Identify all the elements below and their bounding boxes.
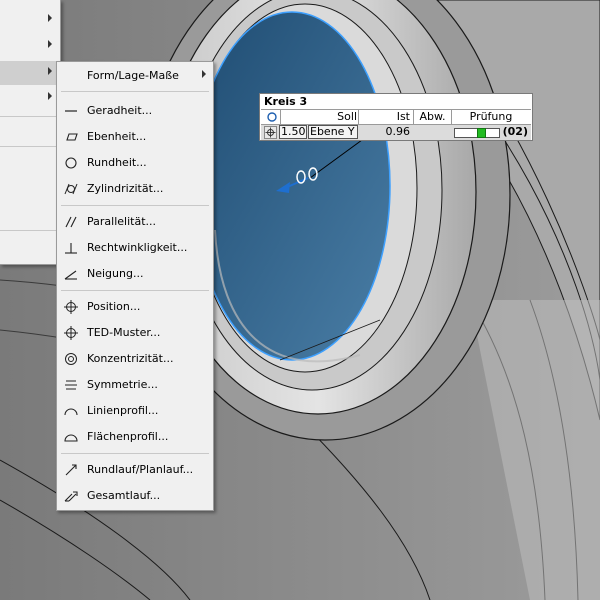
context-menu-item-6[interactable] [0, 150, 60, 174]
menu-item-label: TED-Muster... [87, 326, 161, 339]
column-header-abw: Abw. [419, 110, 446, 123]
menu-item-rundheit[interactable]: Rundheit... [57, 151, 213, 175]
total-runout-icon [64, 491, 78, 502]
submenu-header-form-lage[interactable]: Form/Lage-Maße [57, 62, 213, 86]
menu-item-label: Symmetrie... [87, 378, 158, 391]
menu-separator [0, 146, 60, 147]
submenu-arrow-icon [48, 92, 52, 100]
pruefung-count: (02) [502, 125, 528, 138]
datum-reference[interactable]: Ebene Y [308, 125, 358, 139]
ist-value: 0.96 [385, 125, 411, 138]
angularity-icon [64, 270, 77, 280]
context-menu-item-2[interactable] [0, 34, 60, 58]
menu-separator [0, 230, 60, 231]
menu-item-linienprofil[interactable]: Linienprofil... [57, 399, 213, 423]
menu-separator [61, 91, 209, 92]
menu-item-label: Ebenheit... [87, 130, 147, 143]
menu-item-label: Position... [87, 300, 141, 313]
context-menu-item-7[interactable] [0, 176, 60, 200]
circularity-icon [65, 157, 77, 169]
menu-item-zylindrizitaet[interactable]: Zylindrizität... [57, 177, 213, 201]
abw-value [416, 125, 449, 139]
menu-separator [61, 290, 209, 291]
flatness-icon [66, 133, 78, 141]
menu-separator [61, 205, 209, 206]
perpendicularity-icon [65, 243, 77, 254]
context-menu-item-8[interactable] [0, 202, 60, 226]
menu-separator [61, 453, 209, 454]
submenu-arrow-icon [48, 67, 52, 75]
measurement-header-row: Soll Ist Abw. Prüfung [261, 109, 531, 124]
parallelism-icon [65, 216, 77, 228]
submenu-header-label: Form/Lage-Maße [87, 69, 179, 82]
menu-item-label: Flächenprofil... [87, 430, 169, 443]
ted-pattern-icon [64, 326, 78, 340]
menu-item-label: Rundlauf/Planlauf... [87, 463, 194, 476]
menu-item-label: Neigung... [87, 267, 144, 280]
context-menu-item-4[interactable] [0, 86, 60, 110]
menu-item-label: Rundheit... [87, 156, 147, 169]
menu-item-label: Konzentrizität... [87, 352, 174, 365]
column-header-ist: Ist [396, 110, 410, 123]
pruefung-gauge-marker [477, 128, 486, 138]
context-menu-item-1[interactable] [0, 8, 60, 32]
context-menu [0, 0, 61, 265]
menu-item-label: Zylindrizität... [87, 182, 164, 195]
measurement-title: Kreis 3 [264, 95, 308, 108]
menu-item-neigung[interactable]: Neigung... [57, 262, 213, 286]
form-lage-submenu: Form/Lage-Maße Geradheit... Ebenheit... … [56, 61, 214, 511]
menu-item-parallelitaet[interactable]: Parallelität... [57, 210, 213, 234]
menu-item-gesamtlauf[interactable]: Gesamtlauf... [57, 484, 213, 508]
context-menu-item-9[interactable] [0, 236, 60, 260]
menu-item-label: Linienprofil... [87, 404, 159, 417]
menu-item-position[interactable]: Position... [57, 295, 213, 319]
circular-runout-icon [65, 464, 77, 476]
context-menu-item-5[interactable] [0, 120, 60, 144]
menu-item-rechtwinkligkeit[interactable]: Rechtwinkligkeit... [57, 236, 213, 260]
measurement-row[interactable]: 1.50 Ebene Y 0.96 (02) [261, 124, 531, 140]
menu-item-flaechenprofil[interactable]: Flächenprofil... [57, 425, 213, 449]
menu-item-rundlauf-planlauf[interactable]: Rundlauf/Planlauf... [57, 458, 213, 482]
submenu-arrow-icon [202, 70, 206, 78]
line-profile-icon [64, 408, 78, 416]
symmetry-icon [65, 380, 77, 390]
menu-item-geradheit[interactable]: Geradheit... [57, 99, 213, 123]
menu-item-label: Geradheit... [87, 104, 153, 117]
menu-item-label: Parallelität... [87, 215, 156, 228]
menu-item-ebenheit[interactable]: Ebenheit... [57, 125, 213, 149]
straightness-icon [65, 110, 77, 112]
position-tolerance-icon [264, 126, 277, 139]
context-menu-item-form-lage[interactable] [0, 61, 60, 85]
position-icon [64, 300, 78, 314]
cylindricity-icon [64, 183, 78, 195]
submenu-arrow-icon [48, 14, 52, 22]
menu-item-label: Rechtwinkligkeit... [87, 241, 188, 254]
menu-item-label: Gesamtlauf... [87, 489, 161, 502]
measurement-table[interactable]: Kreis 3 Soll Ist Abw. Prüfung 1.50 Ebene… [259, 93, 533, 141]
concentricity-icon [65, 353, 77, 365]
menu-item-konzentrizitaet[interactable]: Konzentrizität... [57, 347, 213, 371]
tolerance-value[interactable]: 1.50 [279, 125, 307, 139]
submenu-arrow-icon [48, 40, 52, 48]
menu-item-ted-muster[interactable]: TED-Muster... [57, 321, 213, 345]
column-header-soll: Soll [337, 110, 357, 123]
circle-feature-icon [267, 112, 277, 122]
pruefung-gauge [454, 128, 500, 138]
column-divider [413, 110, 414, 124]
menu-item-symmetrie[interactable]: Symmetrie... [57, 373, 213, 397]
menu-separator [0, 116, 60, 117]
column-header-pruefung: Prüfung [469, 110, 513, 123]
surface-profile-icon [64, 434, 78, 442]
